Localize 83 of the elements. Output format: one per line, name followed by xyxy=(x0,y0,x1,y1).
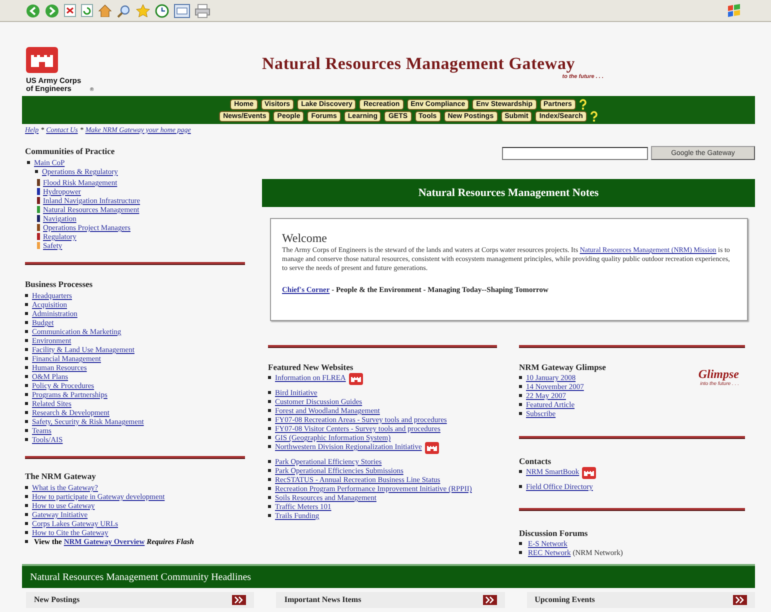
bullet-icon xyxy=(268,376,271,379)
bullet-icon xyxy=(268,436,271,439)
section-heading: NRM Gateway Glimpse xyxy=(519,362,606,373)
bullet-icon xyxy=(268,427,271,430)
printer-icon[interactable] xyxy=(195,4,210,18)
bullet-icon xyxy=(25,348,28,351)
bullet-icon xyxy=(268,487,271,490)
bullet-icon xyxy=(519,412,522,415)
bullet-icon xyxy=(25,312,28,315)
section-heading: Featured New Websites xyxy=(268,362,354,373)
bullet-icon xyxy=(519,551,522,554)
bullet-icon xyxy=(268,460,271,463)
bullet-icon xyxy=(25,321,28,324)
bullet-icon xyxy=(25,429,28,432)
bullet-icon xyxy=(25,294,28,297)
bullet-icon xyxy=(25,339,28,342)
bullet-icon xyxy=(25,357,28,360)
bullet-icon xyxy=(519,385,522,388)
back-icon[interactable] xyxy=(26,4,40,18)
bullet-icon xyxy=(27,161,30,164)
bullet-icon xyxy=(268,445,271,448)
section-heading: Discussion Forums xyxy=(519,528,589,539)
history-icon[interactable] xyxy=(155,4,169,18)
double-chevron-icon[interactable] xyxy=(232,595,246,605)
bullet-icon xyxy=(25,384,28,387)
bullet-icon xyxy=(268,400,271,403)
bullet-icon xyxy=(25,420,28,423)
bullet-icon xyxy=(25,540,28,543)
refresh-icon[interactable] xyxy=(81,4,93,17)
section-heading: The NRM Gateway xyxy=(25,471,97,482)
bullet-icon xyxy=(25,366,28,369)
bullet-icon xyxy=(25,402,28,405)
bullet-icon xyxy=(25,330,28,333)
bullet-icon xyxy=(519,542,522,545)
bullet-icon xyxy=(25,495,28,498)
bullet-icon xyxy=(268,496,271,499)
bullet-icon xyxy=(268,391,271,394)
castle-logo xyxy=(26,47,58,73)
panel-title: New Postings xyxy=(34,595,80,605)
search-field[interactable] xyxy=(502,146,648,160)
notes-banner: Natural Resources Management Notes xyxy=(262,179,755,207)
bullet-icon xyxy=(25,531,28,534)
search-icon[interactable] xyxy=(117,4,131,18)
bullet-icon xyxy=(268,478,271,481)
bullet-icon xyxy=(268,418,271,421)
double-chevron-icon[interactable] xyxy=(732,595,747,605)
bullet-icon xyxy=(25,411,28,414)
panel-title: Important News Items xyxy=(284,595,362,605)
bullet-icon xyxy=(519,394,522,397)
bullet-icon xyxy=(35,170,38,173)
site-title: Natural Resources Management Gateway xyxy=(262,54,576,74)
bullet-icon xyxy=(519,403,522,406)
double-chevron-icon[interactable] xyxy=(482,595,497,605)
home-icon[interactable] xyxy=(98,4,112,17)
bullet-icon xyxy=(268,409,271,412)
bullet-icon xyxy=(25,375,28,378)
bullet-icon xyxy=(519,470,522,473)
welcome-heading: Welcome xyxy=(282,231,328,245)
stop-icon[interactable] xyxy=(64,4,76,17)
bullet-icon xyxy=(268,469,271,472)
bullet-icon xyxy=(25,438,28,441)
flag-icon xyxy=(727,4,741,17)
bullet-icon xyxy=(268,505,271,508)
section-heading: Business Processes xyxy=(25,279,94,290)
bullet-icon xyxy=(519,376,522,379)
forward-icon[interactable] xyxy=(45,4,59,18)
section-heading: Contacts xyxy=(519,456,552,467)
headlines-banner: Natural Resources Management Community Headlines xyxy=(22,564,755,588)
bullet-icon xyxy=(519,485,522,488)
bullet-icon xyxy=(25,513,28,516)
help-icon[interactable] xyxy=(578,98,587,110)
bullet-icon xyxy=(268,514,271,517)
bullet-icon xyxy=(25,504,28,507)
help-icon[interactable] xyxy=(590,110,598,122)
section-heading: Communities of Practice xyxy=(25,146,116,157)
bullet-icon xyxy=(25,393,28,396)
glimpse-logo-word: Glimpse xyxy=(698,368,739,381)
bullet-icon xyxy=(25,522,28,525)
bullet-icon xyxy=(25,303,28,306)
window-icon[interactable] xyxy=(174,4,190,18)
panel-title: Upcoming Events xyxy=(534,595,595,605)
bullet-icon xyxy=(25,486,28,489)
star-icon[interactable] xyxy=(136,4,150,18)
